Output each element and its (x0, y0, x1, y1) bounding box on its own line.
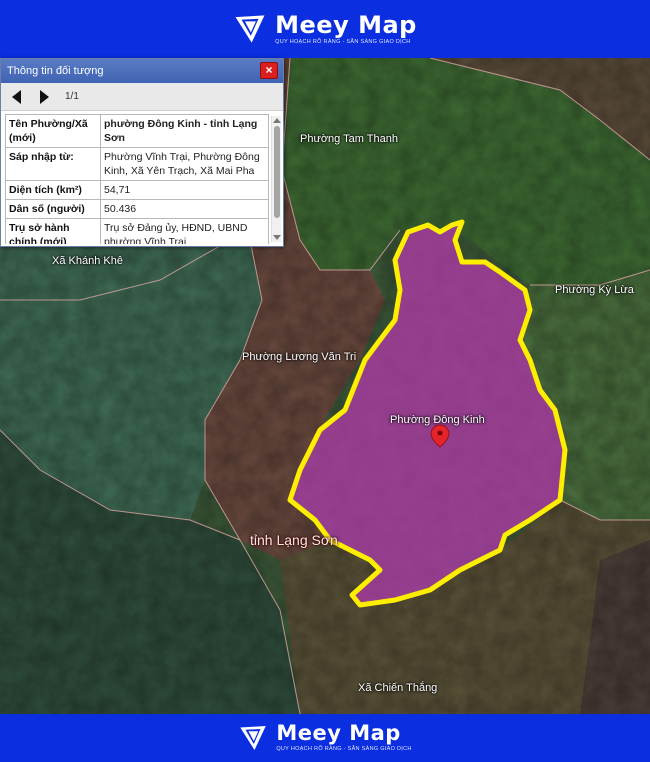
meey-logo-icon (240, 726, 267, 750)
brand-tagline: QUY HOẠCH RÕ RÀNG - SẴN SÀNG GIAO DỊCH (276, 746, 412, 753)
prev-button[interactable] (9, 89, 23, 105)
panel-scrollbar[interactable] (271, 116, 281, 242)
bottom-banner: Meey Map QUY HOẠCH RÕ RÀNG - SẴN SÀNG GI… (0, 714, 650, 762)
attr-value: Trụ sở Đảng ủy, HĐND, UBND phường Vĩnh T… (100, 218, 269, 244)
panel-title: Thông tin đối tượng (7, 65, 104, 77)
table-row: Dân số (người) 50.436 (5, 199, 269, 219)
scroll-down-icon[interactable] (273, 235, 281, 240)
brand-name: Meey Map (276, 721, 401, 746)
attribute-table: Tên Phường/Xã (mới) phường Đông Kinh - t… (5, 114, 269, 244)
brand-logo: Meey Map QUY HOẠCH RÕ RÀNG - SẴN SÀNG GI… (238, 723, 411, 753)
next-button[interactable] (37, 89, 51, 105)
scroll-up-icon[interactable] (273, 118, 281, 123)
attr-key: Sáp nhập từ: (5, 147, 101, 181)
attribute-table-container[interactable]: Tên Phường/Xã (mới) phường Đông Kinh - t… (5, 114, 269, 244)
attr-key: Trụ sở hành chính (mới) (5, 218, 101, 244)
table-row: Diện tích (km²) 54,71 (5, 180, 269, 200)
brand-tagline: QUY HOẠCH RÕ RÀNG - SẴN SÀNG GIAO DỊCH (275, 38, 411, 45)
meey-logo-icon (235, 15, 265, 43)
arrow-left-icon (11, 89, 21, 104)
pager-count: 1/1 (65, 91, 79, 102)
panel-pager: 1/1 (1, 83, 283, 111)
label-tinh-lang-son: tỉnh Lạng Sơn (250, 532, 338, 548)
close-button[interactable]: × (260, 62, 278, 79)
label-phuong-ky-lua: Phường Kỳ Lừa (555, 284, 634, 296)
attr-value: 50.436 (100, 199, 269, 219)
arrow-right-icon (39, 89, 49, 104)
top-banner: Meey Map QUY HOẠCH RÕ RÀNG - SẴN SÀNG GI… (0, 0, 650, 58)
label-xa-chien-thang: Xã Chiến Thắng (358, 682, 438, 694)
brand-logo: Meey Map QUY HOẠCH RÕ RÀNG - SẴN SÀNG GI… (233, 12, 417, 46)
label-phuong-luong-van-tri: Phường Lương Văn Tri (242, 351, 357, 363)
table-row: Tên Phường/Xã (mới) phường Đông Kinh - t… (5, 114, 269, 148)
attr-key: Tên Phường/Xã (mới) (5, 114, 101, 148)
scroll-thumb[interactable] (274, 126, 280, 218)
label-phuong-tam-thanh: Phường Tam Thanh (300, 133, 398, 145)
object-info-panel: Thông tin đối tượng × 1/1 Tên Phường/Xã … (0, 58, 284, 247)
brand-name: Meey Map (275, 10, 417, 39)
label-xa-khanh-khe: Xã Khánh Khê (52, 255, 123, 267)
attr-key: Dân số (người) (5, 199, 101, 219)
attr-value: phường Đông Kinh - tỉnh Lạng Sơn (100, 114, 269, 148)
table-row: Sáp nhập từ: Phường Vĩnh Trại, Phường Đô… (5, 147, 269, 181)
attr-value: 54,71 (100, 180, 269, 200)
table-row: Trụ sở hành chính (mới) Trụ sở Đảng ủy, … (5, 218, 269, 244)
attr-key: Diện tích (km²) (5, 180, 101, 200)
attr-value: Phường Vĩnh Trại, Phường Đông Kinh, Xã Y… (100, 147, 269, 181)
panel-header: Thông tin đối tượng × (1, 59, 283, 83)
label-phuong-dong-kinh: Phường Đông Kinh (390, 414, 485, 426)
